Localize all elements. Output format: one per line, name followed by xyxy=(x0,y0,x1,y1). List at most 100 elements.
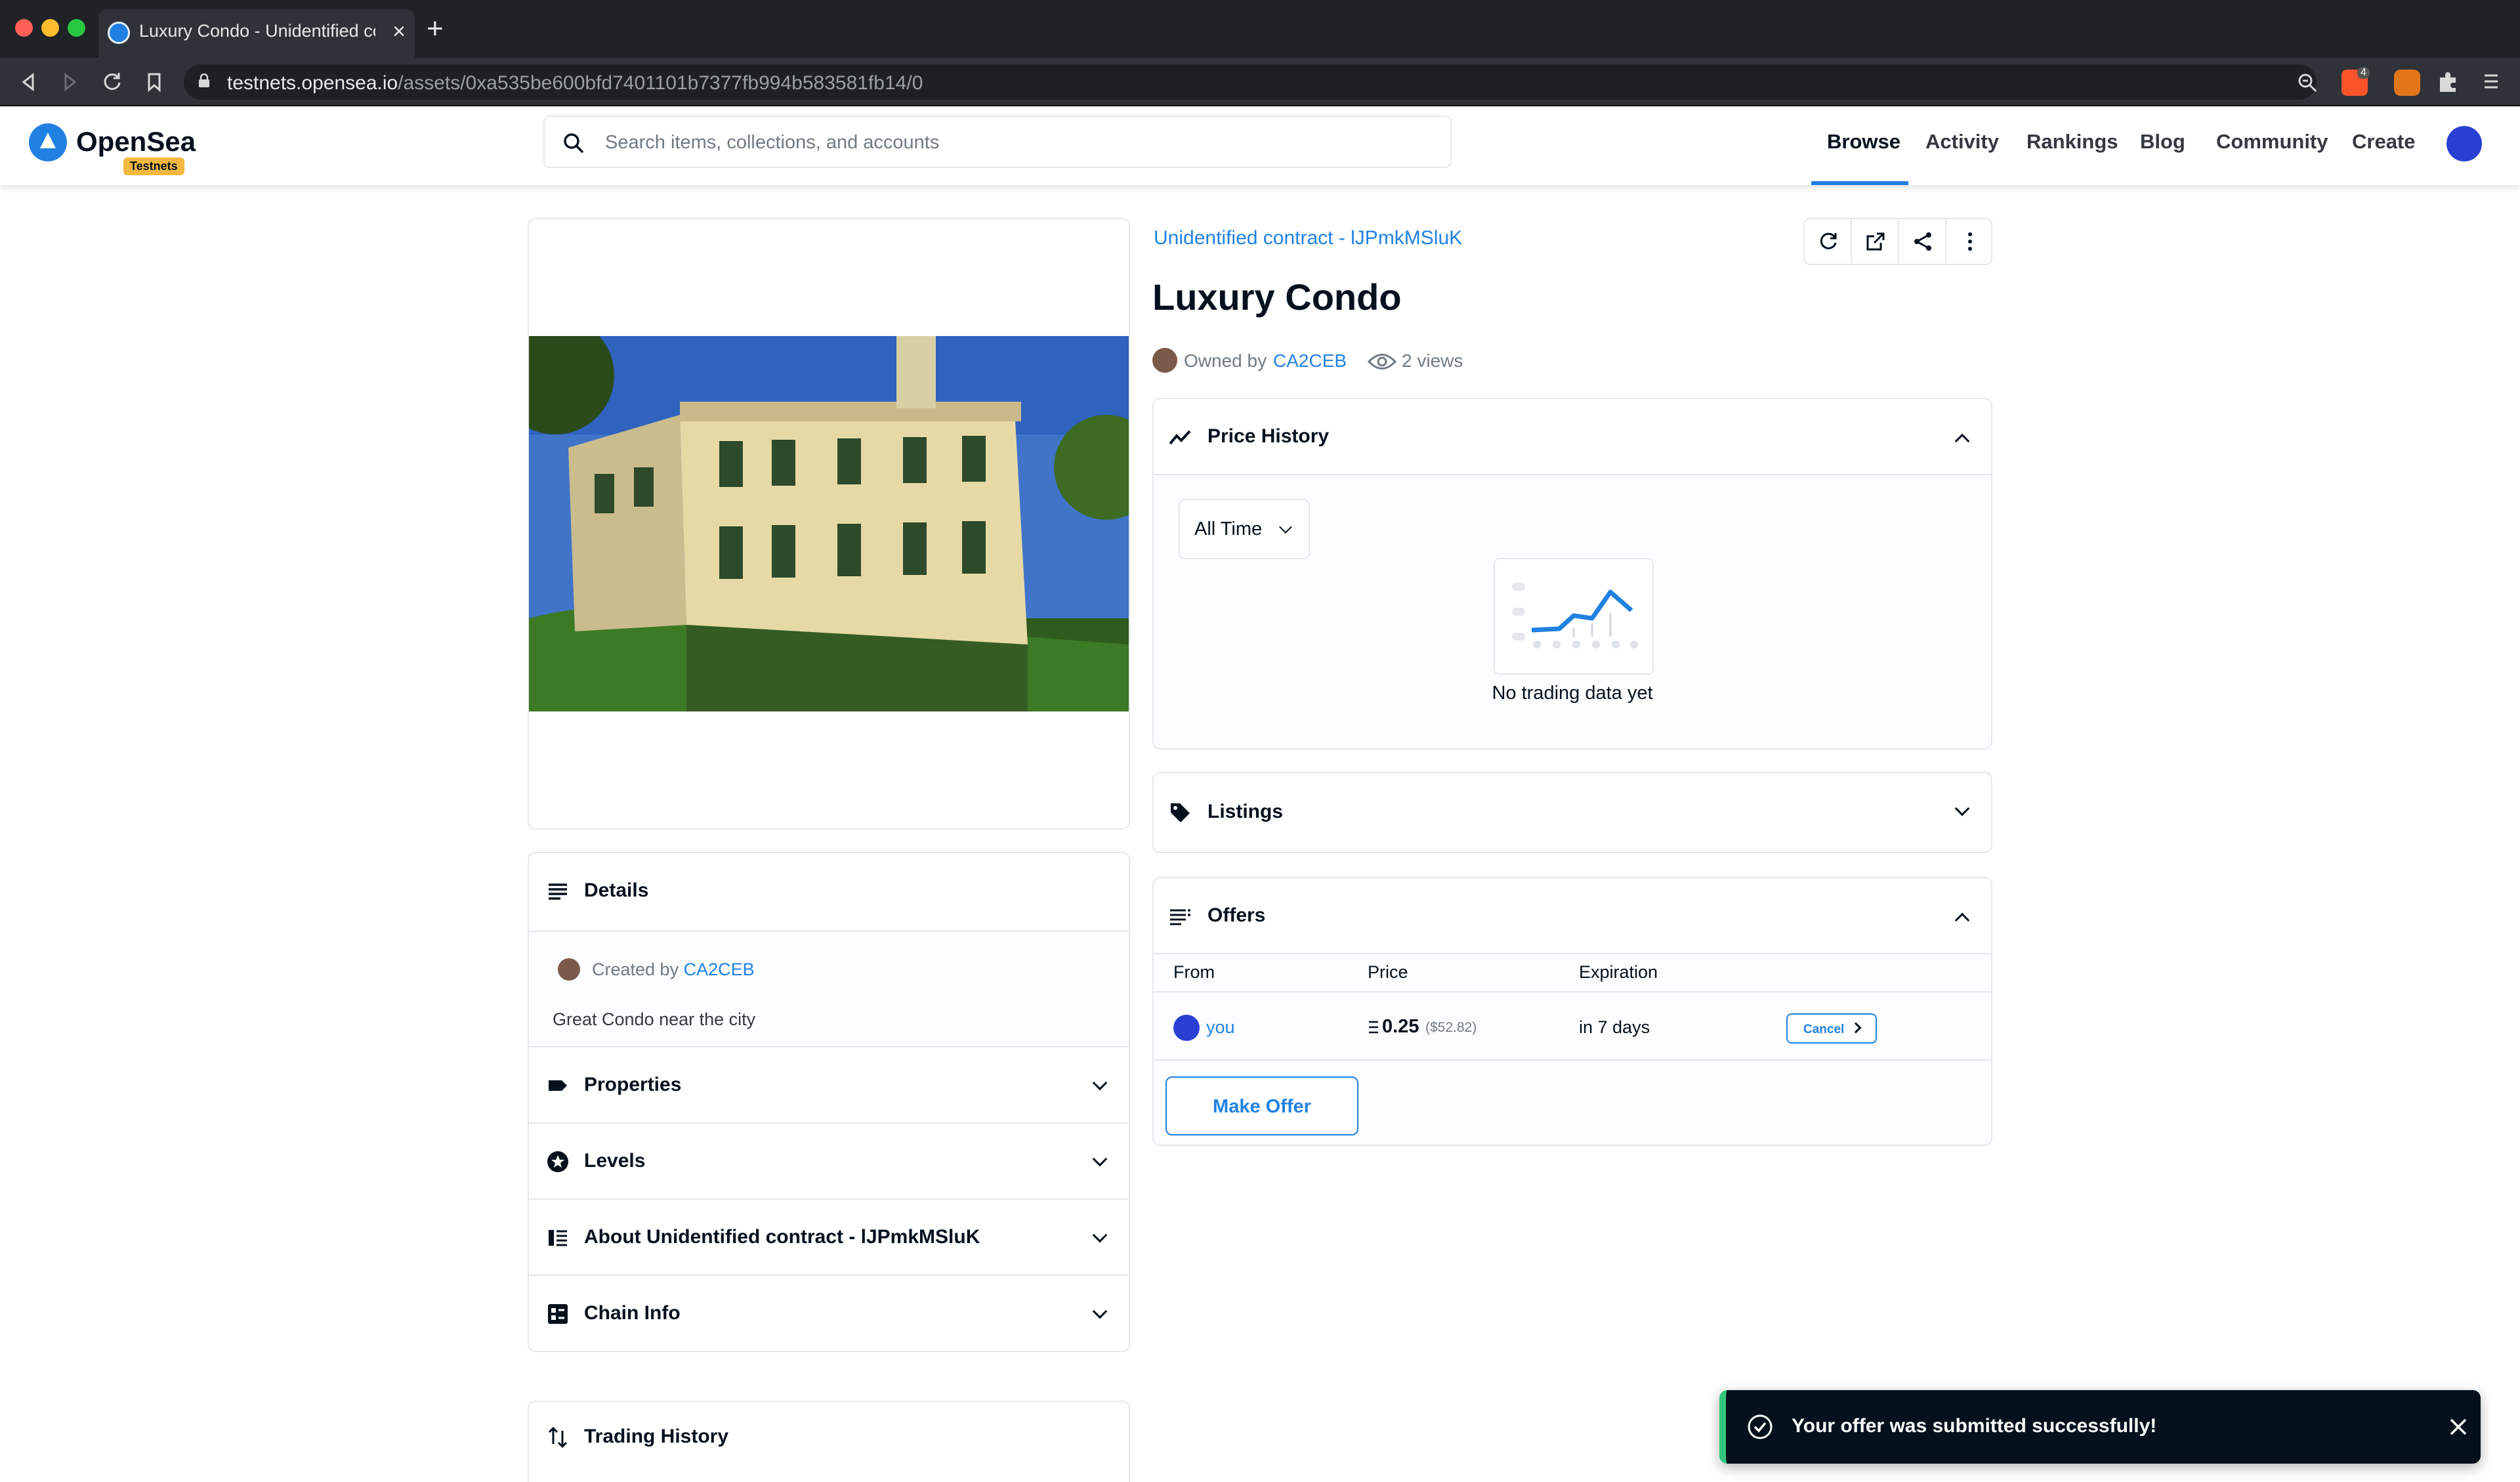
properties-row[interactable]: Properties xyxy=(529,1046,1129,1122)
external-link-button[interactable] xyxy=(1852,219,1899,264)
views-count: 2 views xyxy=(1402,350,1463,371)
refresh-icon xyxy=(1820,232,1837,249)
chevron-down-icon xyxy=(1092,1151,1108,1167)
extension-badge: 4 xyxy=(2357,67,2370,79)
no-data-text: No trading data yet xyxy=(1492,683,1653,704)
column-expiration: Expiration xyxy=(1579,962,1658,982)
testnets-badge: Testnets xyxy=(123,158,184,175)
column-from: From xyxy=(1173,962,1215,982)
check-circle-icon xyxy=(1748,1414,1773,1439)
asset-image[interactable] xyxy=(529,336,1129,711)
reload-icon[interactable] xyxy=(97,67,127,97)
tab-title: Luxury Condo - Unidentified co xyxy=(139,21,375,41)
forward-icon[interactable] xyxy=(55,67,85,97)
nav-rankings[interactable]: Rankings xyxy=(2026,130,2118,154)
url-host: testnets.opensea.io xyxy=(227,72,398,94)
browser-tab-bar: Luxury Condo - Unidentified co × + xyxy=(0,0,2520,58)
search-input[interactable] xyxy=(605,126,1393,159)
close-icon[interactable] xyxy=(2448,1416,2469,1437)
creator-avatar xyxy=(558,958,580,981)
collection-link[interactable]: Unidentified contract - lJPmkMSluK xyxy=(1154,227,1462,249)
nav-community[interactable]: Community xyxy=(2216,130,2328,154)
listings-title: Listings xyxy=(1208,801,1284,822)
details-panel: Details Created by CA2CEB Great Condo ne… xyxy=(528,852,1130,1352)
column-price: Price xyxy=(1368,962,1408,982)
cancel-offer-label: Cancel xyxy=(1803,1023,1845,1036)
new-tab-icon[interactable]: + xyxy=(427,13,444,45)
owner-avatar xyxy=(1152,348,1177,373)
nav-blog[interactable]: Blog xyxy=(2140,130,2185,154)
window-close-button[interactable] xyxy=(15,19,33,37)
back-icon[interactable] xyxy=(13,67,43,97)
nav-activity[interactable]: Activity xyxy=(1925,130,1999,154)
levels-row[interactable]: Levels xyxy=(529,1122,1129,1198)
opensea-logo-icon[interactable] xyxy=(29,123,67,161)
eth-icon xyxy=(1369,1021,1378,1034)
more-options-button[interactable] xyxy=(1946,219,1994,264)
trading-history-title: Trading History xyxy=(584,1426,729,1447)
external-link-icon xyxy=(1866,232,1885,251)
details-list-icon xyxy=(549,883,567,900)
time-filter-value: All Time xyxy=(1194,519,1263,540)
time-filter-select[interactable]: All Time xyxy=(1179,499,1310,559)
created-by-label: Created by xyxy=(592,960,679,979)
about-collection-label: About Unidentified contract - lJPmkMSluK xyxy=(584,1226,980,1248)
trading-history-panel[interactable]: Trading History xyxy=(528,1401,1130,1482)
cancel-offer-button[interactable]: Cancel xyxy=(1786,1013,1877,1044)
nav-create[interactable]: Create xyxy=(2352,130,2416,154)
tag-icon xyxy=(549,1080,567,1091)
eye-icon xyxy=(1368,354,1396,370)
chevron-down-icon xyxy=(1092,1303,1108,1319)
make-offer-label: Make Offer xyxy=(1213,1096,1311,1117)
about-collection-row[interactable]: About Unidentified contract - lJPmkMSluK xyxy=(529,1198,1129,1275)
details-header[interactable]: Details xyxy=(529,853,1129,931)
offer-price: 0.25 xyxy=(1382,1016,1419,1037)
logo-text[interactable]: OpenSea xyxy=(76,126,196,158)
chain-info-icon xyxy=(548,1304,568,1324)
profile-avatar[interactable] xyxy=(2446,126,2482,161)
url-text: testnets.opensea.io/assets/0xa535be600bf… xyxy=(227,72,923,95)
refresh-button[interactable] xyxy=(1805,219,1852,264)
asset-title: Luxury Condo xyxy=(1152,276,1402,318)
offers-table: From Price Expiration you 0.25 ($52.82) … xyxy=(1154,954,1991,1145)
window-maximize-button[interactable] xyxy=(68,19,85,37)
make-offer-button[interactable]: Make Offer xyxy=(1166,1076,1358,1135)
bookmark-icon[interactable] xyxy=(139,67,169,97)
offer-price-usd: ($52.82) xyxy=(1425,1020,1477,1035)
nav-browse[interactable]: Browse xyxy=(1827,130,1900,154)
vertical-split-icon xyxy=(549,1230,567,1246)
url-field[interactable]: testnets.opensea.io/assets/0xa535be600bf… xyxy=(184,64,2317,100)
empty-chart-icon xyxy=(1494,558,1654,675)
nav-active-indicator xyxy=(1811,181,1908,185)
owner-link[interactable]: CA2CEB xyxy=(1273,350,1347,371)
chevron-down-icon xyxy=(1954,801,1970,816)
opensea-favicon-icon xyxy=(108,22,130,44)
metamask-icon[interactable] xyxy=(2394,70,2420,96)
search-box[interactable] xyxy=(543,116,1452,168)
offers-header[interactable]: Offers xyxy=(1154,878,1991,954)
offers-table-header: From Price Expiration xyxy=(1154,954,1991,992)
chain-info-row[interactable]: Chain Info xyxy=(529,1275,1129,1351)
share-button[interactable] xyxy=(1899,219,1946,264)
star-circle-icon xyxy=(547,1151,568,1172)
price-tag-icon xyxy=(1171,803,1190,822)
offer-from-link[interactable]: you xyxy=(1206,1017,1235,1038)
zoom-icon[interactable] xyxy=(2297,72,2318,93)
address-bar-row: testnets.opensea.io/assets/0xa535be600bf… xyxy=(0,58,2520,106)
window-minimize-button[interactable] xyxy=(41,19,59,37)
chevron-down-icon xyxy=(1092,1227,1108,1243)
creator-link[interactable]: CA2CEB xyxy=(684,960,755,979)
listings-panel[interactable]: Listings xyxy=(1152,772,1992,853)
details-title: Details xyxy=(584,879,649,901)
price-history-header[interactable]: Price History xyxy=(1154,399,1991,475)
share-icon xyxy=(1914,232,1931,251)
menu-icon[interactable] xyxy=(2479,70,2503,93)
offers-panel: Offers From Price Expiration you 0.25 ($… xyxy=(1152,877,1992,1146)
brave-shield-icon[interactable]: 4 xyxy=(2342,67,2370,96)
swap-vertical-icon xyxy=(548,1426,568,1449)
chevron-down-icon xyxy=(1092,1075,1108,1091)
extensions-puzzle-icon[interactable] xyxy=(2435,68,2461,95)
offer-avatar xyxy=(1173,1015,1200,1041)
tab-close-icon[interactable]: × xyxy=(392,18,406,45)
browser-tab[interactable]: Luxury Condo - Unidentified co × xyxy=(98,9,415,58)
